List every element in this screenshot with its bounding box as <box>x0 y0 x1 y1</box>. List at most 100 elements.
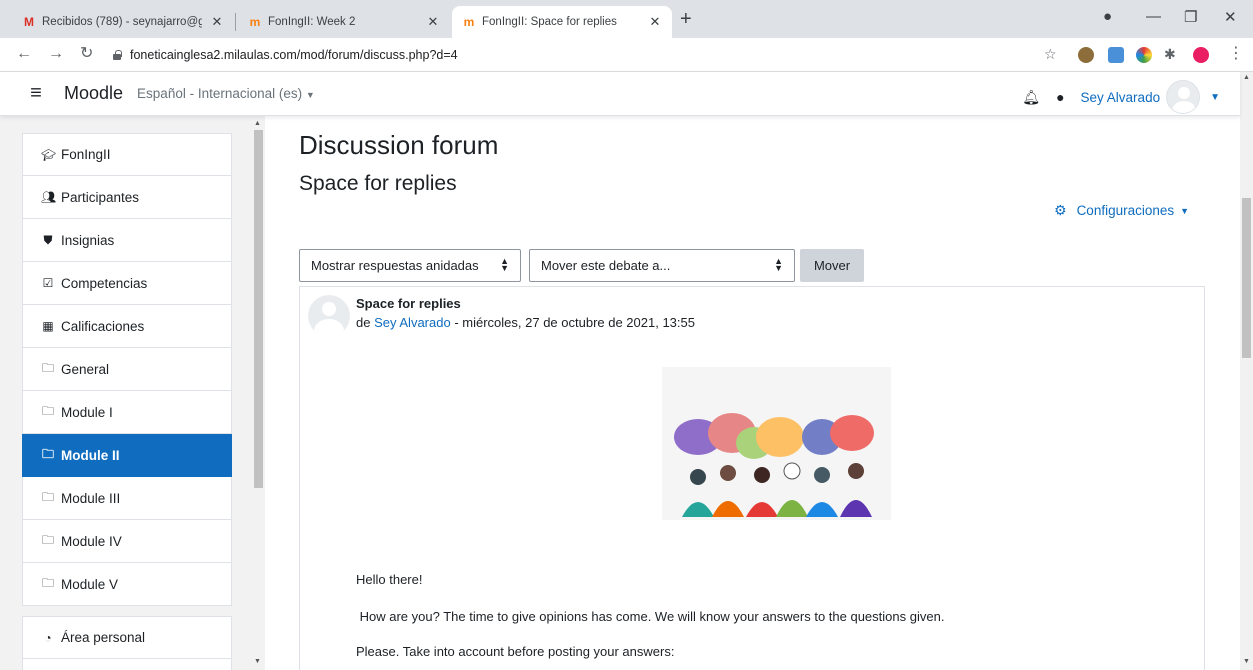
settings-menu[interactable]: ⚙ Configuraciones ▼ <box>1054 202 1189 219</box>
hamburger-icon: ≡ <box>30 82 42 104</box>
close-tab-icon[interactable]: ✕ <box>648 14 662 30</box>
bell-icon[interactable]: 🔔︎ <box>1022 89 1040 106</box>
discussion-illustration <box>662 367 891 520</box>
drawer-item-next[interactable] <box>22 659 232 670</box>
scroll-up-icon[interactable]: ▲ <box>1243 74 1250 81</box>
scroll-down-icon[interactable]: ▼ <box>254 658 261 665</box>
post-title: Space for replies <box>356 296 461 311</box>
bookmark-star-icon[interactable]: ☆ <box>1044 45 1057 63</box>
drawer-item-foningii[interactable]: 🎓︎ FonIngII <box>22 133 232 176</box>
main-region: Discussion forum Space for replies ⚙ Con… <box>278 116 1228 670</box>
gmail-m-icon: M <box>24 15 34 29</box>
select-arrows-icon: ▲ ▼ <box>500 256 509 273</box>
new-tab-icon[interactable]: + <box>680 9 692 29</box>
moodle-m-icon: m <box>249 15 261 29</box>
drawer-item-module-i[interactable]: 🗀 Module I <box>22 391 232 434</box>
select-arrows-icon: ▲ ▼ <box>774 256 783 273</box>
drawer-item-label: General <box>61 361 110 377</box>
page-title: Discussion forum <box>299 130 499 160</box>
folder-icon: 🗀 <box>41 489 54 504</box>
settings-label: Configuraciones <box>1076 203 1175 218</box>
address-bar[interactable]: foneticainglesa2.milaulas.com/mod/forum/… <box>108 43 1068 67</box>
drawer-item-competencias[interactable]: ☑ Competencias <box>22 262 232 305</box>
extension-badge-icon[interactable] <box>1108 47 1124 63</box>
author-link[interactable]: Sey Alvarado <box>374 315 451 330</box>
drawer-item-calificaciones[interactable]: ▦ Calificaciones <box>22 305 232 348</box>
close-tab-icon[interactable]: ✕ <box>426 14 440 30</box>
move-button[interactable]: Mover <box>800 249 864 282</box>
restore-icon[interactable]: ❐ <box>1184 8 1197 26</box>
drawer-scrollbar[interactable]: ▲ ▼ <box>252 120 264 670</box>
moodle-m-icon: m <box>463 15 475 29</box>
back-icon[interactable]: ← <box>16 45 32 63</box>
chevron-down-icon: ▼ <box>1180 205 1190 216</box>
forward-icon[interactable]: → <box>48 45 64 63</box>
tab-divider <box>235 13 236 31</box>
language-menu[interactable]: Español - Internacional (es) ▼ <box>137 86 315 101</box>
shield-icon: ⛊ <box>43 232 53 247</box>
drawer-item-label: Module V <box>61 576 119 592</box>
chat-bubble-icon[interactable]: ● <box>1056 89 1064 105</box>
drawer-item-module-iv[interactable]: 🗀 Module IV <box>22 520 232 563</box>
move-discussion-select[interactable]: Mover este debate a... ▲ ▼ <box>529 249 795 282</box>
drawer-item-label: Insignias <box>61 232 115 248</box>
gear-icon: ⚙ <box>1054 202 1067 218</box>
check-square-icon: ☑ <box>42 276 54 290</box>
page-scrollbar[interactable]: ▲ ▼ <box>1240 72 1253 670</box>
folder-icon: 🗀 <box>41 403 54 418</box>
drawer-personal-group: ◔ Área personal <box>22 616 232 670</box>
user-name[interactable]: Sey Alvarado <box>1081 90 1161 105</box>
extensions-puzzle-icon[interactable]: ✱ <box>1164 45 1176 63</box>
drawer-item-label: Competencias <box>61 275 148 291</box>
site-brand[interactable]: Moodle <box>64 83 123 104</box>
browser-menu-icon[interactable]: ⋮ <box>1228 45 1244 63</box>
drawer-item-label: Calificaciones <box>61 318 145 334</box>
lock-icon <box>112 50 122 60</box>
close-tab-icon[interactable]: ✕ <box>210 14 224 30</box>
extension-owl-icon[interactable] <box>1078 47 1094 63</box>
extension-color-icon[interactable] <box>1136 47 1152 63</box>
browser-tab-space-for-replies[interactable]: m FonIngII: Space for replies ✕ <box>452 6 672 38</box>
scroll-down-icon[interactable]: ▼ <box>1243 658 1250 665</box>
drawer-item-label: Participantes <box>61 189 140 205</box>
move-select-value: Mover este debate a... <box>541 258 671 273</box>
drawer-item-label: Module II <box>61 447 120 463</box>
browser-tab-gmail[interactable]: M Recibidos (789) - seynajarro@gm ✕ <box>12 6 234 38</box>
browser-tab-week2[interactable]: m FonIngII: Week 2 ✕ <box>238 6 450 38</box>
drawer-item-module-v[interactable]: 🗀 Module V <box>22 563 232 606</box>
scroll-up-icon[interactable]: ▲ <box>254 120 261 127</box>
account-circle-icon[interactable]: ● <box>1103 8 1112 25</box>
profile-avatar-icon[interactable] <box>1193 47 1209 63</box>
drawer-item-module-iii[interactable]: 🗀 Module III <box>22 477 232 520</box>
display-mode-value: Mostrar respuestas anidadas <box>311 258 479 273</box>
drawer-item-area-personal[interactable]: ◔ Área personal <box>22 616 232 659</box>
drawer-item-label: Module III <box>61 490 121 506</box>
close-window-icon[interactable]: ✕ <box>1224 8 1237 26</box>
avatar[interactable] <box>308 295 350 337</box>
post-paragraph: How are you? The time to give opinions h… <box>356 609 945 624</box>
forum-post: Space for replies de Sey Alvarado - miér… <box>299 286 1205 670</box>
post-paragraph: Please. Take into account before posting… <box>356 644 675 659</box>
drawer-item-general[interactable]: 🗀 General <box>22 348 232 391</box>
avatar[interactable] <box>1166 80 1201 114</box>
tachometer-icon: ◔ <box>44 630 52 645</box>
minimize-icon[interactable]: — <box>1146 8 1161 25</box>
table-icon: ▦ <box>42 319 54 333</box>
user-menu-caret-icon[interactable]: ▼ <box>1210 92 1220 103</box>
folder-icon: 🗀 <box>41 360 54 375</box>
display-mode-select[interactable]: Mostrar respuestas anidadas ▲ ▼ <box>299 249 521 282</box>
drawer-toggle-button[interactable]: ≡ <box>22 80 50 108</box>
post-date: - miércoles, 27 de octubre de 2021, 13:5… <box>454 315 695 330</box>
page-scroll-thumb[interactable] <box>1242 198 1251 358</box>
drawer-item-insignias[interactable]: ⛊ Insignias <box>22 219 232 262</box>
drawer-item-participantes[interactable]: 👥︎ Participantes <box>22 176 232 219</box>
browser-tab-strip: M Recibidos (789) - seynajarro@gm ✕ m Fo… <box>0 0 1253 38</box>
folder-icon: 🗀 <box>41 446 54 461</box>
drawer-item-module-ii[interactable]: 🗀 Module II <box>22 434 232 477</box>
user-area: 🔔︎ ● Sey Alvarado ▼ <box>1022 80 1220 114</box>
post-paragraph: Hello there! <box>356 572 423 587</box>
reload-icon[interactable]: ↻ <box>80 45 93 63</box>
drawer-scroll-thumb[interactable] <box>254 130 263 488</box>
tab-title: FonIngII: Space for replies <box>482 16 617 28</box>
byline-prefix: de <box>356 315 371 330</box>
